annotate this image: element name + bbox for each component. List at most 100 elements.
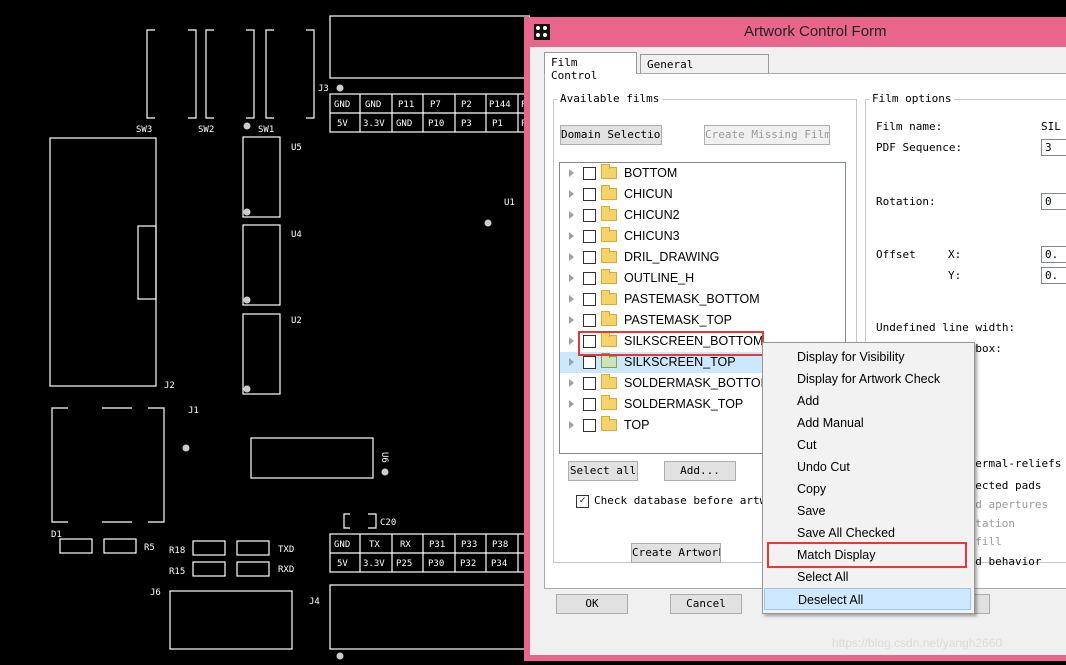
film-name: CHICUN3 (624, 229, 680, 243)
menu-item-save-all-checked[interactable]: Save All Checked (764, 522, 971, 544)
refdes-label: R5 (144, 543, 155, 553)
menu-item-select-all[interactable]: Select All (764, 566, 971, 588)
menu-item-label: Add Manual (797, 416, 864, 430)
expand-arrow-icon[interactable] (569, 337, 574, 345)
window-title: Artwork Control Form (744, 23, 887, 40)
domain-selection-button[interactable]: Domain Selection (560, 125, 662, 145)
pdf-sequence-field[interactable]: 3 (1041, 139, 1066, 156)
create-artwork-button[interactable]: Create Artwork (631, 543, 721, 563)
menu-item-save[interactable]: Save (764, 500, 971, 522)
thermal-reliefs-option[interactable]: thermal-reliefs (962, 457, 1061, 470)
film-item[interactable]: DRIL_DRAWING (560, 247, 845, 268)
refdes-label: TXD (278, 545, 294, 555)
refdes-label: R15 (169, 567, 185, 577)
cancel-button[interactable]: Cancel (670, 594, 742, 614)
folder-icon (601, 374, 617, 389)
offset-x-field[interactable]: 0. (1041, 246, 1066, 263)
pcb-pin-label: P31 (429, 540, 445, 550)
film-checkbox[interactable] (583, 356, 596, 369)
available-films-label: Available films (557, 92, 663, 105)
film-name: SILKSCREEN_TOP (624, 355, 736, 369)
menu-item-cut[interactable]: Cut (764, 434, 971, 456)
offset-label: Offset (876, 248, 916, 261)
expand-arrow-icon[interactable] (569, 253, 574, 261)
menu-item-label: Save All Checked (797, 526, 895, 540)
film-name: DRIL_DRAWING (624, 250, 720, 264)
tab-film-control[interactable]: Film Control (544, 52, 637, 82)
film-checkbox[interactable] (583, 251, 596, 264)
expand-arrow-icon[interactable] (569, 379, 574, 387)
film-item[interactable]: PASTEMASK_TOP (560, 310, 845, 331)
ok-button[interactable]: OK (556, 594, 628, 614)
pcb-pin-label: P11 (398, 100, 414, 110)
add-button[interactable]: Add... (664, 461, 736, 481)
create-missing-films-button[interactable]: Create Missing Films (704, 125, 830, 145)
menu-item-deselect-all[interactable]: Deselect All (764, 588, 971, 610)
film-item[interactable]: PASTEMASK_BOTTOM (560, 289, 845, 310)
film-checkbox[interactable] (583, 230, 596, 243)
film-checkbox[interactable] (583, 188, 596, 201)
refdes-label: J6 (150, 588, 161, 598)
expand-arrow-icon[interactable] (569, 211, 574, 219)
film-checkbox[interactable] (583, 314, 596, 327)
tab-general-parameters[interactable]: General Parameters (640, 54, 769, 84)
expand-arrow-icon[interactable] (569, 274, 574, 282)
menu-item-label: Cut (797, 438, 817, 452)
film-item[interactable]: CHICUN (560, 184, 845, 205)
rotation-field[interactable]: 0 (1041, 193, 1066, 210)
check-database-checkbox[interactable]: ✓ (576, 495, 589, 508)
rotation-label: Rotation: (876, 195, 936, 208)
refdes-label: U2 (291, 316, 302, 326)
film-item[interactable]: BOTTOM (560, 163, 845, 184)
expand-arrow-icon[interactable] (569, 421, 574, 429)
film-checkbox[interactable] (583, 419, 596, 432)
folder-icon (601, 185, 617, 200)
pcb-canvas[interactable]: GND GND P11 P7 P2 P144 P 5V 3.3V GND P10… (0, 0, 531, 661)
expand-arrow-icon[interactable] (569, 232, 574, 240)
pcb-pin-label: 5V (337, 119, 348, 129)
film-name: BOTTOM (624, 166, 678, 180)
refdes-label: R18 (169, 546, 185, 556)
expand-arrow-icon[interactable] (569, 190, 574, 198)
film-checkbox[interactable] (583, 209, 596, 222)
menu-item-copy[interactable]: Copy (764, 478, 971, 500)
app-icon[interactable] (534, 24, 550, 40)
film-name: PASTEMASK_BOTTOM (624, 292, 760, 306)
pcb-pin-label: P32 (460, 559, 476, 569)
pcb-pin-label: P3 (461, 119, 472, 129)
expand-arrow-icon[interactable] (569, 358, 574, 366)
film-name: CHICUN (624, 187, 673, 201)
film-item[interactable]: CHICUN3 (560, 226, 845, 247)
film-item[interactable]: CHICUN2 (560, 205, 845, 226)
offset-y-field[interactable]: 0. (1041, 267, 1066, 284)
film-checkbox[interactable] (583, 272, 596, 285)
pcb-pin-label: P25 (396, 559, 412, 569)
menu-item-label: Select All (797, 570, 849, 584)
refdes-label: J3 (318, 84, 329, 94)
menu-item-label: Deselect All (798, 593, 864, 607)
menu-item-add[interactable]: Add (764, 390, 971, 412)
menu-item-display-for-artwork-check[interactable]: Display for Artwork Check (764, 368, 971, 390)
pcb-layout: GND GND P11 P7 P2 P144 P 5V 3.3V GND P10… (49, 15, 531, 660)
film-name: CHICUN2 (624, 208, 680, 222)
select-all-button[interactable]: Select all (568, 461, 638, 481)
film-checkbox[interactable] (583, 398, 596, 411)
film-item[interactable]: OUTLINE_H (560, 268, 845, 289)
film-checkbox[interactable] (583, 377, 596, 390)
film-checkbox[interactable] (583, 293, 596, 306)
film-checkbox[interactable] (583, 167, 596, 180)
expand-arrow-icon[interactable] (569, 316, 574, 324)
folder-icon (601, 395, 617, 410)
menu-item-add-manual[interactable]: Add Manual (764, 412, 971, 434)
pcb-pin-label: P1 (492, 119, 503, 129)
title-bar[interactable]: Artwork Control Form (524, 17, 1066, 47)
menu-item-undo-cut[interactable]: Undo Cut (764, 456, 971, 478)
menu-item-label: Display for Visibility (797, 350, 905, 364)
pcb-pin-label: 3.3V (363, 559, 385, 569)
expand-arrow-icon[interactable] (569, 295, 574, 303)
expand-arrow-icon[interactable] (569, 169, 574, 177)
menu-item-display-for-visibility[interactable]: Display for Visibility (764, 346, 971, 368)
expand-arrow-icon[interactable] (569, 400, 574, 408)
refdes-label: J2 (164, 381, 175, 391)
pcb-pin-label: GND (365, 100, 381, 110)
